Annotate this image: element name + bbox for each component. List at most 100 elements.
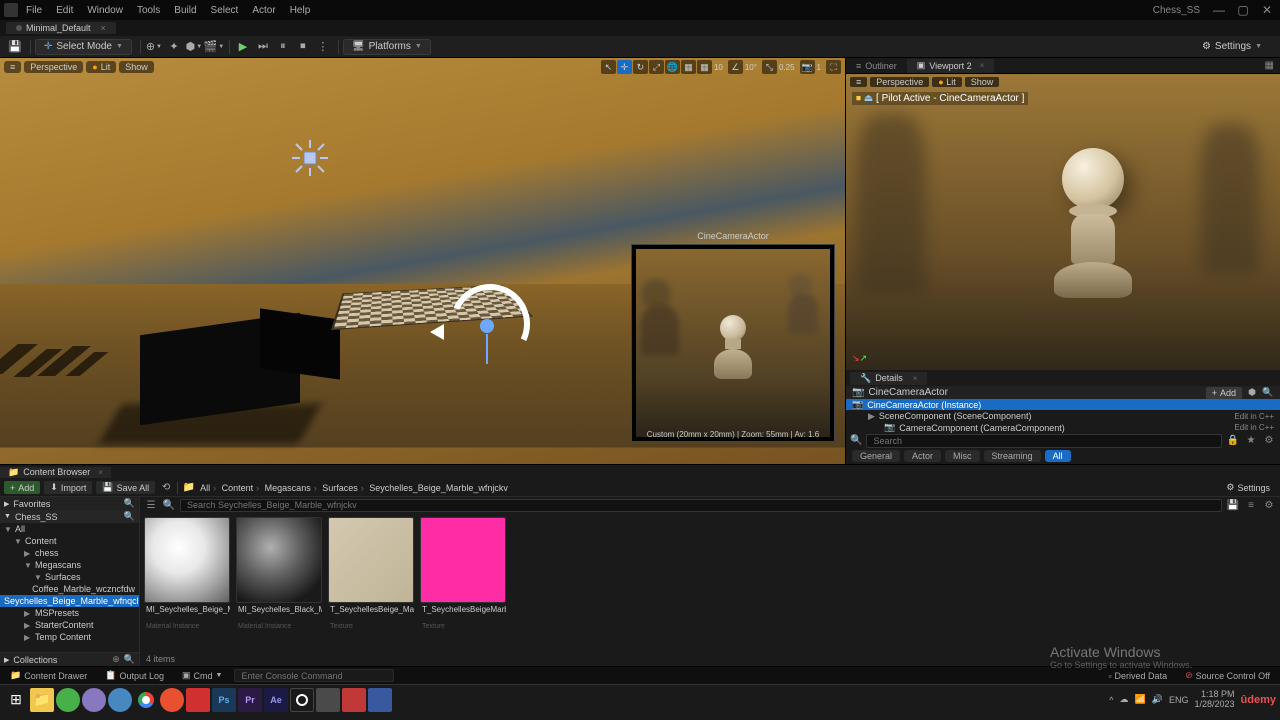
taskbar-app-icon[interactable] (108, 688, 132, 712)
folder-icon[interactable]: 📁 (182, 481, 196, 494)
camera-actor-mesh[interactable] (110, 294, 350, 414)
derived-data-button[interactable]: ▫Derived Data (1102, 671, 1173, 681)
taskbar-app-icon[interactable] (316, 688, 340, 712)
camera-speed-button[interactable]: 📷 (800, 60, 815, 74)
grid-snap-value[interactable]: 10 (714, 63, 723, 72)
lit-dropdown[interactable]: ●Lit (86, 61, 116, 73)
skip-button[interactable]: ⏭ (254, 39, 272, 55)
viewport-menu-button[interactable]: ≡ (4, 61, 21, 73)
taskbar-chrome-icon[interactable] (134, 688, 158, 712)
scale-snap-toggle[interactable]: ⤡ (762, 60, 777, 74)
taskbar-ps-icon[interactable]: Ps (212, 688, 236, 712)
filter-actor[interactable]: Actor (904, 450, 941, 462)
crumb-content[interactable]: Content (222, 483, 254, 493)
blueprint-icon[interactable]: ⬢ (1246, 387, 1258, 399)
perspective-dropdown[interactable]: Perspective (24, 61, 83, 73)
taskbar-app-icon[interactable] (342, 688, 366, 712)
platforms-dropdown[interactable]: 🖥 Platforms ▼ (343, 39, 431, 55)
filter-streaming[interactable]: Streaming (984, 450, 1041, 462)
taskbar-app-icon[interactable] (186, 688, 210, 712)
cb-settings-button[interactable]: ⚙Settings (1220, 481, 1276, 494)
view-options-icon[interactable]: ⚙ (1262, 500, 1276, 511)
tray-chevron-icon[interactable]: ^ (1109, 695, 1113, 705)
component-camera[interactable]: 📷 CameraComponent (CameraComponent) Edit… (846, 422, 1280, 433)
coord-space-toggle[interactable]: 🌐 (665, 60, 680, 74)
tree-chess[interactable]: ▶chess (0, 547, 139, 559)
favorites-header[interactable]: Favorites (13, 499, 50, 509)
menu-tools[interactable]: Tools (137, 5, 160, 16)
taskbar-app-icon[interactable] (82, 688, 106, 712)
tab-viewport2[interactable]: ▣Viewport 2× (907, 59, 995, 73)
play-button[interactable]: ▶ (234, 39, 252, 55)
tree-megascans[interactable]: ▼Megascans (0, 559, 139, 571)
save-filter-icon[interactable]: 💾 (1226, 500, 1240, 511)
tray-volume-icon[interactable]: 🔊 (1152, 694, 1163, 705)
scale-snap-value[interactable]: 0.25 (779, 63, 795, 72)
stop-button[interactable]: ⏹ (294, 39, 312, 55)
tab-details[interactable]: 🔧Details× (850, 372, 927, 385)
add-asset-button[interactable]: +Add (4, 481, 40, 494)
asset-tile[interactable]: T_SeychellesBeigeMarble_wfnjckv_2K_ORDp … (420, 517, 506, 648)
asset-search-input[interactable] (180, 499, 1222, 512)
menu-actor[interactable]: Actor (252, 5, 275, 16)
grid-toggle-icon[interactable]: ▦ (1259, 60, 1280, 71)
taskbar-ue-icon[interactable] (290, 688, 314, 712)
tray-wifi-icon[interactable]: 📶 (1135, 694, 1146, 705)
project-root[interactable]: Chess_SS (15, 512, 58, 522)
show-dropdown[interactable]: Show (119, 61, 154, 73)
menu-help[interactable]: Help (290, 5, 311, 16)
close-icon[interactable]: × (101, 23, 106, 33)
tray-lang[interactable]: ENG (1169, 695, 1189, 705)
tray-cloud-icon[interactable]: ☁ (1120, 694, 1129, 705)
vp2-show[interactable]: Show (965, 77, 1000, 87)
surface-snap-button[interactable]: ▦ (681, 60, 696, 74)
translate-tool-icon[interactable]: ✛ (617, 60, 632, 74)
cinematics-dropdown[interactable]: 🎬▼ (205, 39, 223, 55)
component-root[interactable]: 📷 CineCameraActor (Instance) (846, 399, 1280, 410)
sort-icon[interactable]: ≡ (1244, 500, 1258, 511)
close-icon[interactable]: × (980, 61, 985, 70)
tree-content[interactable]: ▼Content (0, 535, 139, 547)
tree-all[interactable]: ▼All (0, 523, 139, 535)
search-icon[interactable]: 🔍 (124, 654, 135, 665)
edit-cpp-link[interactable]: Edit in C++ (1234, 423, 1274, 432)
close-icon[interactable]: × (98, 468, 103, 477)
vp2-perspective[interactable]: Perspective (870, 77, 929, 87)
tree-mspresets[interactable]: ▶MSPresets (0, 607, 139, 619)
tree-seychelles[interactable]: Seychelles_Beige_Marble_wfnqcl (0, 595, 139, 607)
vp2-menu-button[interactable]: ≡ (850, 77, 867, 87)
import-button[interactable]: ⬇Import (44, 481, 92, 494)
collections-header[interactable]: Collections (13, 655, 57, 665)
edit-cpp-link[interactable]: Edit in C++ (1234, 412, 1274, 421)
close-icon[interactable]: × (913, 374, 918, 383)
filter-icon[interactable]: ☰ (144, 500, 158, 511)
angle-snap-value[interactable]: 10° (745, 63, 757, 72)
vp2-lit[interactable]: ● Lit (932, 77, 961, 87)
source-control-button[interactable]: ⊘Source Control Off (1179, 670, 1276, 681)
camera-speed-value[interactable]: 1 (817, 63, 821, 72)
taskbar-ae-icon[interactable]: Ae (264, 688, 288, 712)
rotate-tool-icon[interactable]: ↻ (633, 60, 648, 74)
add-icon[interactable]: ⊕ (112, 654, 120, 665)
level-tab[interactable]: Minimal_Default × (6, 22, 116, 34)
scale-tool-icon[interactable]: ⤢ (649, 60, 664, 74)
asset-tile[interactable]: T_SeychellesBeige_Marble_wfnjckv_2K_D Te… (328, 517, 414, 648)
filter-general[interactable]: General (852, 450, 900, 462)
component-scene[interactable]: ▶ SceneComponent (SceneComponent) Edit i… (846, 410, 1280, 421)
skylight-icon[interactable] (290, 138, 330, 178)
save-all-button[interactable]: 💾Save All (96, 481, 155, 494)
menu-build[interactable]: Build (174, 5, 196, 16)
main-viewport[interactable]: ≡ Perspective ●Lit Show ↖ ✛ ↻ ⤢ 🌐 ▦ ▦ 10… (0, 58, 845, 464)
taskbar-pr-icon[interactable]: Pr (238, 688, 262, 712)
history-back-button[interactable]: ⟲ (159, 481, 173, 494)
asset-tile[interactable]: MI_Seychelles_Beige_Marble_wfnjckv_2K Ma… (144, 517, 230, 648)
window-minimize-button[interactable]: — (1210, 3, 1228, 17)
taskbar-app-icon[interactable] (56, 688, 80, 712)
search-icon[interactable]: 🔍 (124, 511, 135, 522)
filter-gear-icon[interactable]: ⚙ (1262, 434, 1276, 448)
cmd-dropdown[interactable]: ▣Cmd▼ (176, 670, 228, 681)
crumb-all[interactable]: All (200, 483, 210, 493)
tree-surfaces[interactable]: ▼Surfaces (0, 571, 139, 583)
asset-tile[interactable]: MI_Seychelles_Black_Marble_wfnjckv_2K_in… (236, 517, 322, 648)
taskbar-app-icon[interactable] (160, 688, 184, 712)
